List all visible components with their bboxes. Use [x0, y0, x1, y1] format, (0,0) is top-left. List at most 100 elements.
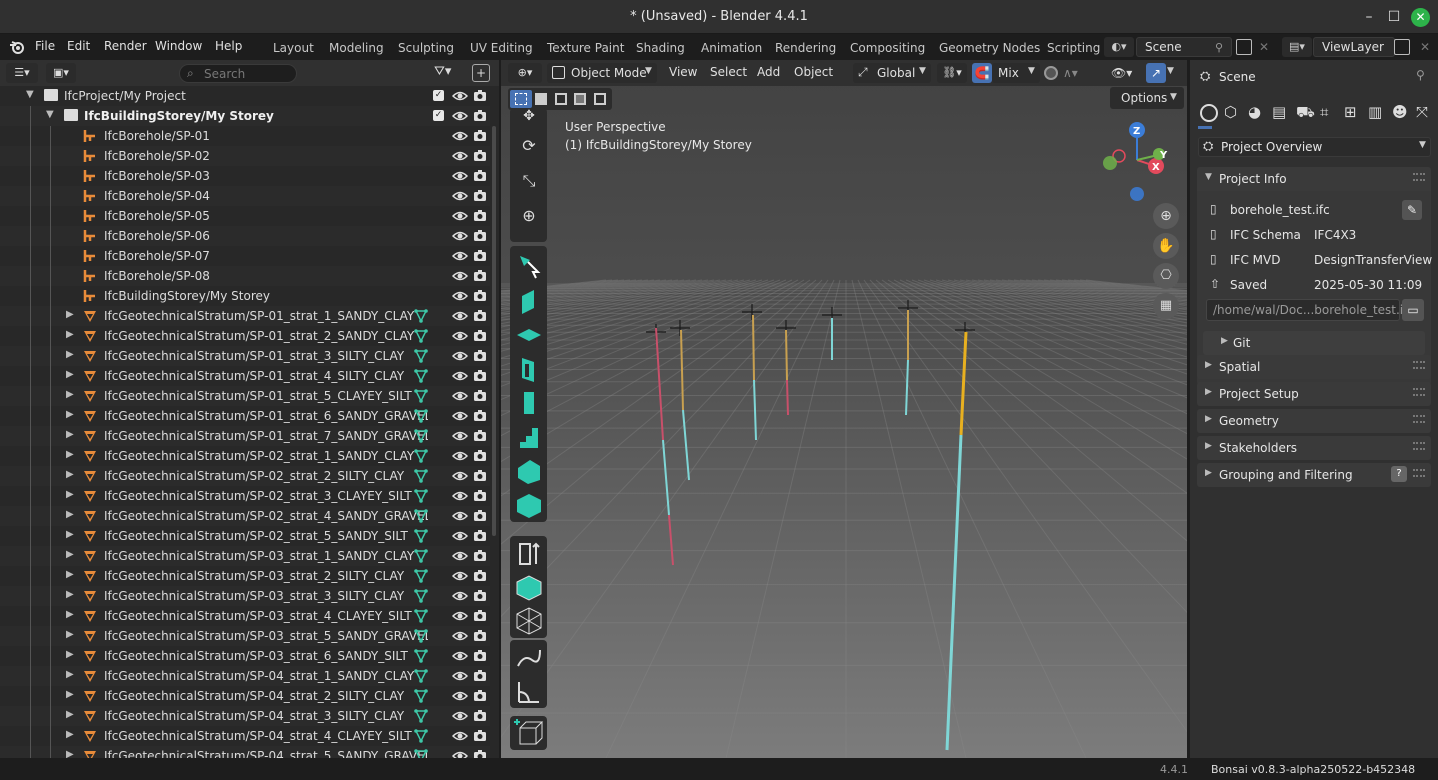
folder-icon[interactable]: ▭	[1402, 299, 1424, 321]
camera-icon[interactable]	[472, 548, 488, 564]
menu-help[interactable]: Help	[215, 39, 242, 53]
chevron-right-icon[interactable]: ▶	[66, 629, 78, 640]
chevron-right-icon[interactable]: ▶	[66, 649, 78, 660]
git-subpanel[interactable]: ▶ Git	[1203, 331, 1425, 355]
outliner-row-storey[interactable]: ▼ IfcBuildingStorey/My Storey ✓	[0, 106, 490, 126]
camera-icon[interactable]	[472, 248, 488, 264]
camera-icon[interactable]	[472, 468, 488, 484]
eye-icon[interactable]	[452, 248, 468, 264]
eye-icon[interactable]	[452, 508, 468, 524]
camera-icon[interactable]	[472, 208, 488, 224]
select-new-icon[interactable]	[535, 93, 547, 105]
eye-icon[interactable]	[452, 748, 468, 758]
falloff-icon[interactable]: ∧▾	[1063, 63, 1093, 83]
eye-icon[interactable]	[452, 148, 468, 164]
eye-icon[interactable]	[452, 268, 468, 284]
eye-icon[interactable]	[452, 488, 468, 504]
menu-window[interactable]: Window	[155, 39, 202, 53]
tab-modeling[interactable]: Modeling	[329, 41, 384, 55]
move-tool-icon[interactable]: ✥	[519, 108, 539, 126]
drag-handle[interactable]	[1413, 173, 1425, 181]
eye-icon[interactable]	[452, 668, 468, 684]
mesh-data-icon[interactable]	[413, 468, 429, 484]
gizmo-toggle-icon[interactable]: ↗	[1146, 63, 1166, 83]
mesh-data-icon[interactable]	[413, 428, 429, 444]
mesh-data-icon[interactable]	[413, 408, 429, 424]
camera-icon[interactable]	[472, 228, 488, 244]
mesh-data-icon[interactable]	[413, 328, 429, 344]
eye-icon[interactable]	[452, 468, 468, 484]
structural-tab-icon[interactable]: ⌗	[1320, 103, 1328, 121]
navigation-gizmo[interactable]: Z X Y	[1099, 118, 1179, 210]
camera-view-icon[interactable]: ⎔	[1153, 263, 1179, 289]
mesh-data-icon[interactable]	[413, 368, 429, 384]
tab-compositing[interactable]: Compositing	[850, 41, 925, 55]
cost-tab-icon[interactable]: ▥	[1368, 103, 1382, 121]
camera-icon[interactable]	[472, 88, 488, 104]
view-layer-selector-icon[interactable]: ▤▾	[1282, 37, 1312, 57]
tab-geometry-nodes[interactable]: Geometry Nodes	[939, 41, 1040, 55]
chevron-down-icon[interactable]: ▼	[46, 109, 58, 120]
chevron-right-icon[interactable]: ▶	[66, 449, 78, 460]
outliner-row-stratum[interactable]: ▶ IfcGeotechnicalStratum/SP-02_strat_5_SA…	[0, 526, 490, 546]
eye-icon[interactable]	[452, 708, 468, 724]
wall-tool-icon[interactable]	[510, 284, 547, 318]
services-tab-icon[interactable]: ⛟	[1296, 103, 1315, 123]
blender-logo-icon[interactable]	[9, 39, 25, 55]
viewport-editor-icon[interactable]: ⊕▾	[508, 63, 542, 83]
tab-animation[interactable]: Animation	[701, 41, 762, 55]
select-intersect-icon[interactable]	[594, 93, 606, 105]
mesh-data-icon[interactable]	[413, 508, 429, 524]
outliner-row-stratum[interactable]: ▶ IfcGeotechnicalStratum/SP-04_strat_3_SI…	[0, 706, 490, 726]
outliner-row-borehole[interactable]: IfcBorehole/SP-06	[0, 226, 490, 246]
chevron-right-icon[interactable]: ▶	[66, 329, 78, 340]
ortho-grid-icon[interactable]: ▦	[1153, 293, 1179, 319]
door-tool-icon[interactable]	[510, 352, 547, 386]
tab-rendering[interactable]: Rendering	[775, 41, 836, 55]
filter-icon[interactable]: ⛛▾	[434, 64, 464, 82]
eye-icon[interactable]	[452, 608, 468, 624]
eye-icon[interactable]	[452, 368, 468, 384]
outliner-row-stratum[interactable]: ▶ IfcGeotechnicalStratum/SP-01_strat_2_SA…	[0, 326, 490, 346]
chevron-right-icon[interactable]: ▶	[66, 749, 78, 758]
chevron-right-icon[interactable]: ▶	[66, 549, 78, 560]
camera-icon[interactable]	[472, 708, 488, 724]
orientation-dropdown[interactable]: ⤢ Global ▼	[853, 63, 931, 83]
chevron-right-icon[interactable]: ▶	[66, 469, 78, 480]
eye-icon[interactable]	[452, 328, 468, 344]
eye-icon[interactable]	[452, 628, 468, 644]
scale-tool-icon[interactable]: ⤡	[519, 171, 539, 191]
new-view-layer-icon[interactable]	[1394, 39, 1410, 55]
search-input[interactable]: ⌕ Search	[179, 64, 297, 83]
outliner-row-stratum[interactable]: ▶ IfcGeotechnicalStratum/SP-01_strat_5_CL…	[0, 386, 490, 406]
project-tab-icon[interactable]	[1200, 104, 1218, 122]
close-icon[interactable]: ✕	[1411, 8, 1430, 27]
menu-edit[interactable]: Edit	[67, 39, 90, 53]
eye-icon[interactable]	[452, 528, 468, 544]
mesh-data-icon[interactable]	[413, 728, 429, 744]
mesh-data-icon[interactable]	[413, 608, 429, 624]
outliner-row-stratum[interactable]: ▶ IfcGeotechnicalStratum/SP-03_strat_5_SA…	[0, 626, 490, 646]
eye-icon[interactable]	[452, 168, 468, 184]
pan-hand-icon[interactable]: ✋	[1153, 233, 1179, 259]
exclude-checkbox[interactable]: ✓	[433, 90, 444, 101]
tab-uv-editing[interactable]: UV Editing	[470, 41, 533, 55]
eye-icon[interactable]	[452, 128, 468, 144]
chevron-right-icon[interactable]: ▶	[66, 689, 78, 700]
eye-icon[interactable]	[452, 588, 468, 604]
mesh-data-icon[interactable]	[413, 628, 429, 644]
drag-handle[interactable]	[1413, 415, 1425, 423]
outliner-row-stratum[interactable]: ▶ IfcGeotechnicalStratum/SP-01_strat_1_SA…	[0, 306, 490, 326]
display-mode-icon[interactable]: ▣▾	[46, 63, 76, 83]
camera-icon[interactable]	[472, 528, 488, 544]
panel-geometry[interactable]: ▶ Geometry	[1197, 409, 1431, 433]
tab-scripting[interactable]: Scripting	[1047, 41, 1100, 55]
project-info-panel-header[interactable]: ▼ Project Info	[1197, 167, 1431, 191]
chevron-down-icon[interactable]: ▼	[1167, 66, 1174, 76]
mesh-data-icon[interactable]	[413, 348, 429, 364]
cube-tool-icon[interactable]	[510, 570, 547, 604]
add-cube-tool-icon[interactable]	[510, 716, 547, 750]
geometry-tab-icon[interactable]: ◕	[1248, 103, 1261, 121]
tab-layout[interactable]: Layout	[273, 41, 314, 55]
eye-icon[interactable]	[452, 108, 468, 124]
